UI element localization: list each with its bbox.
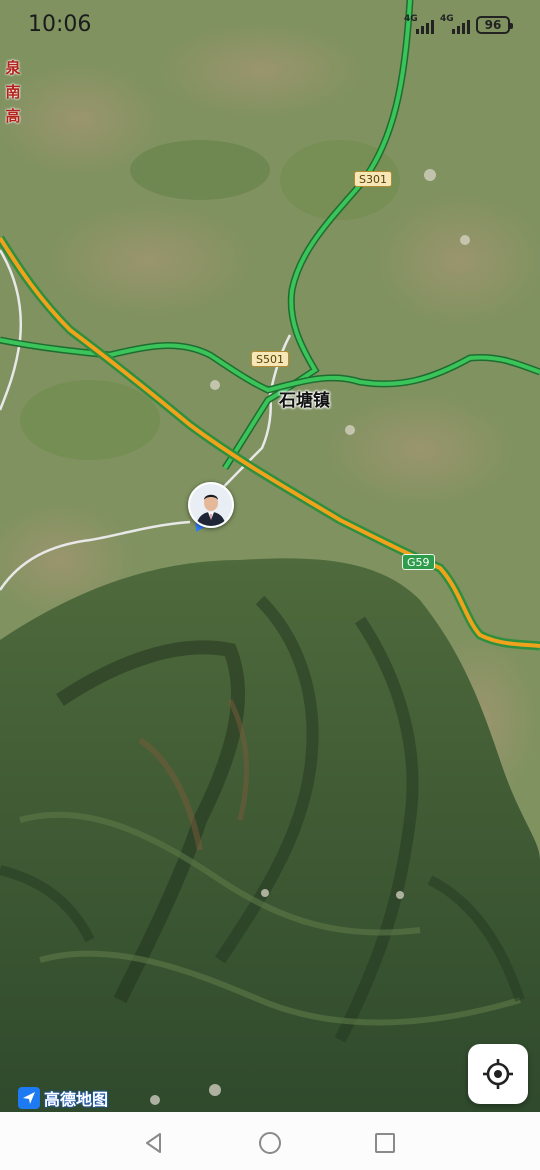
satellite-map[interactable] (0, 0, 540, 1112)
cellular-signal-icon: 4G (440, 14, 470, 36)
town-label[interactable]: 石塘镇 (279, 386, 330, 411)
cellular-signal-icon: 4G (404, 14, 434, 36)
amap-logo: 高德地图 (18, 1086, 108, 1110)
circle-home-icon (259, 1132, 281, 1154)
brand-name: 高德地图 (44, 1090, 109, 1109)
system-navigation-bar (0, 1112, 540, 1170)
road-shield-s301: S301 (354, 171, 392, 187)
road-shield-g59: G59 (402, 554, 435, 570)
status-time: 10:06 (28, 12, 92, 37)
locate-button[interactable] (468, 1044, 528, 1104)
user-avatar[interactable] (188, 482, 234, 528)
highway-name-char: 高 (5, 107, 21, 125)
back-button[interactable] (141, 1130, 167, 1156)
crosshair-icon (483, 1059, 513, 1089)
triangle-back-icon (146, 1133, 161, 1153)
recent-apps-button[interactable] (372, 1130, 398, 1156)
square-recent-icon (375, 1133, 395, 1153)
map-canvas[interactable] (0, 0, 540, 1112)
current-location-marker[interactable] (187, 482, 234, 532)
avatar-portrait-icon (190, 484, 232, 526)
highway-name-label: 泉 南 高 (0, 56, 26, 128)
status-bar: 10:06 4G 4G 96 (0, 0, 540, 52)
battery-icon: 96 (476, 16, 513, 34)
navigation-arrow-icon (18, 1087, 40, 1109)
road-shield-s501: S501 (251, 351, 289, 367)
highway-name-char: 泉 (5, 59, 21, 77)
highway-name-char: 南 (5, 83, 21, 101)
status-icons: 4G 4G 96 (404, 14, 513, 36)
battery-level: 96 (484, 18, 502, 32)
home-button[interactable] (257, 1130, 283, 1156)
